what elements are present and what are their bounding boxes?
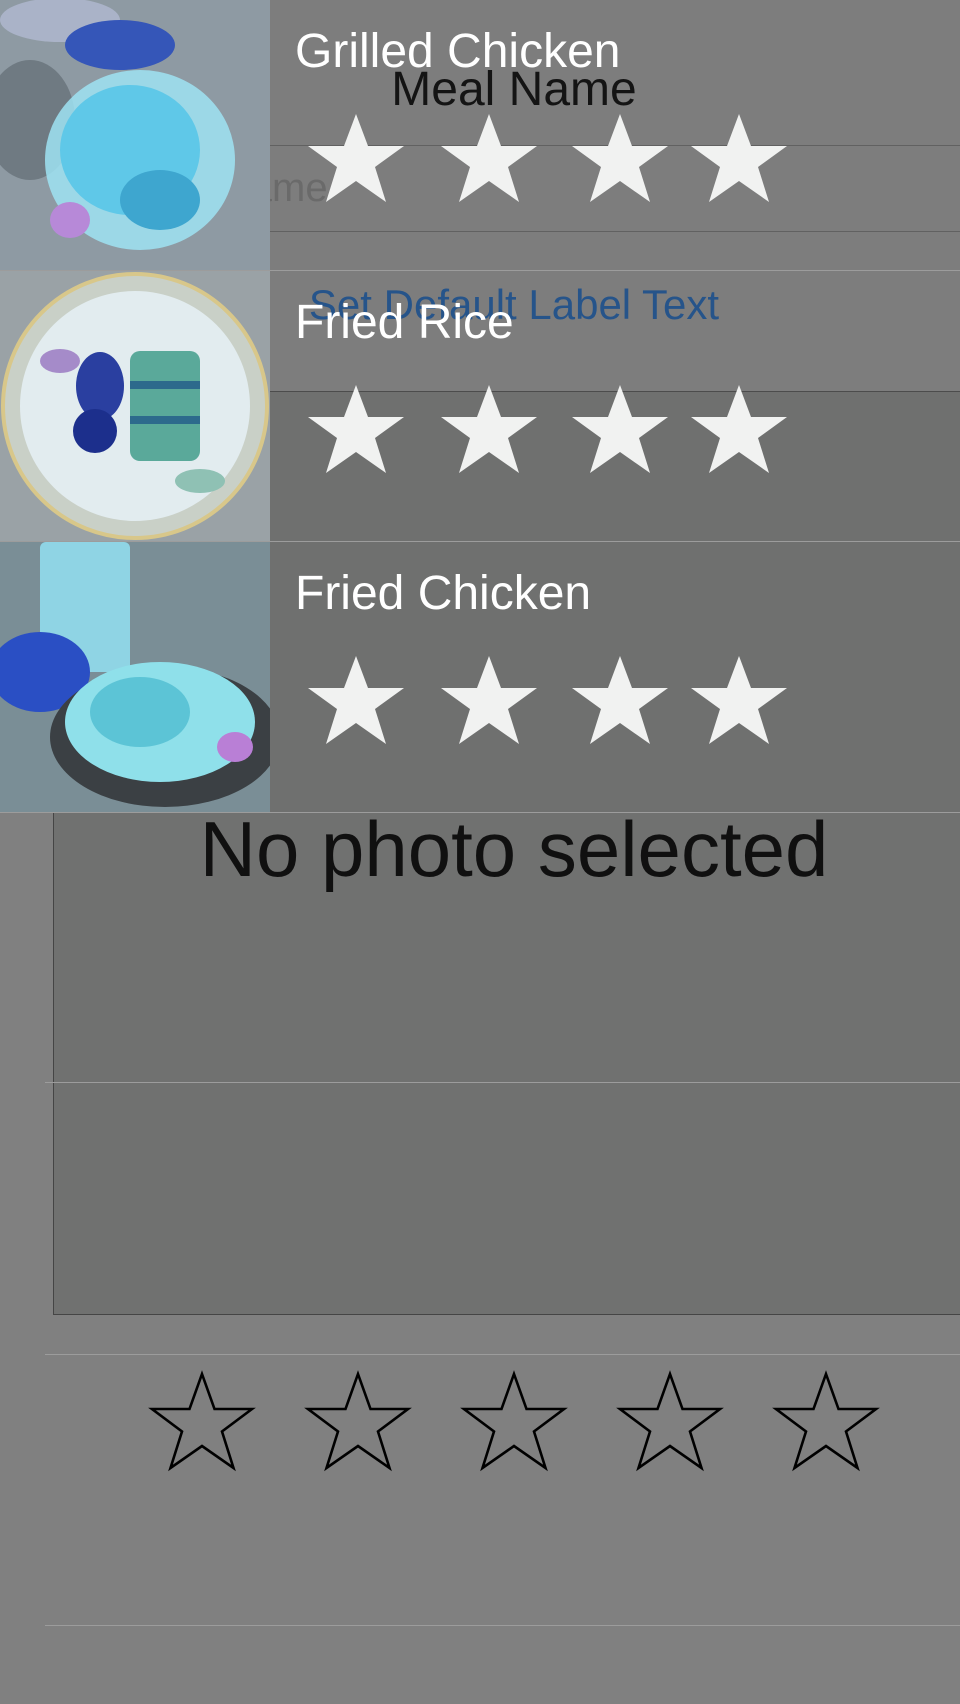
row-separator (0, 812, 960, 813)
filled-star-icon (433, 381, 545, 481)
filled-star-icon (300, 652, 412, 752)
filled-star-icon (683, 110, 795, 210)
fried-chicken-photo (0, 542, 270, 812)
filled-star-icon (300, 110, 412, 210)
rating-control[interactable] (0, 1368, 960, 1478)
rating-star-4[interactable] (615, 1368, 725, 1478)
meal-list-row[interactable]: Fried Chicken (0, 542, 960, 812)
no-photo-label: No photo selected (199, 805, 829, 893)
star-outline-icon (148, 1370, 256, 1472)
filled-star-icon (564, 110, 676, 210)
row-separator (45, 1082, 960, 1083)
star-outline-icon (460, 1370, 568, 1472)
filled-star-icon (683, 381, 795, 481)
filled-star-icon (433, 652, 545, 752)
star-outline-icon (304, 1370, 412, 1472)
meal-rating-stars (300, 381, 820, 481)
meal-name-label: Fried Rice (295, 296, 514, 349)
grilled-chicken-photo (0, 0, 270, 270)
star-outline-icon (616, 1370, 724, 1472)
meal-list-row[interactable]: Fried Rice (0, 271, 960, 541)
meal-name-label: Fried Chicken (295, 567, 592, 620)
fried-rice-photo (0, 271, 270, 541)
filled-star-icon (433, 110, 545, 210)
rating-star-5[interactable] (771, 1368, 881, 1478)
filled-star-icon (683, 652, 795, 752)
filled-star-icon (564, 381, 676, 481)
star-outline-icon (772, 1370, 880, 1472)
rating-star-1[interactable] (147, 1368, 257, 1478)
meal-list-row[interactable]: Grilled Chicken (0, 0, 960, 270)
row-separator (45, 1354, 960, 1355)
filled-star-icon (564, 652, 676, 752)
row-separator (45, 1625, 960, 1626)
rating-star-3[interactable] (459, 1368, 569, 1478)
meal-name-label: Grilled Chicken (295, 25, 621, 78)
meal-rating-stars (300, 110, 820, 210)
meal-rating-stars (300, 652, 820, 752)
filled-star-icon (300, 381, 412, 481)
rating-star-2[interactable] (303, 1368, 413, 1478)
